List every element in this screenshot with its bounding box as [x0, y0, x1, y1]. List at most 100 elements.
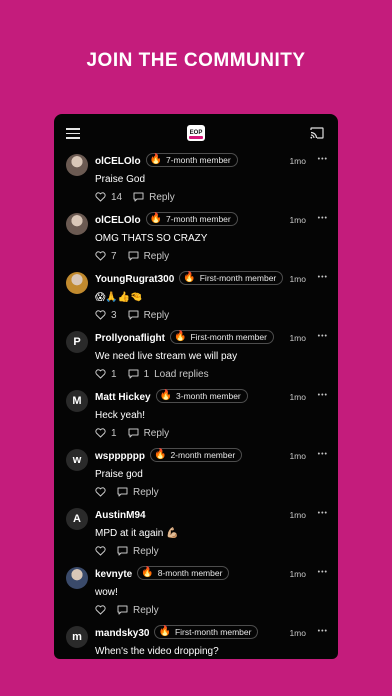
- reply-icon: [128, 310, 139, 320]
- more-options-icon[interactable]: •••: [318, 510, 328, 517]
- fire-icon: 🔥: [154, 449, 167, 460]
- username[interactable]: mandsky30: [95, 628, 149, 639]
- like-button[interactable]: 14: [95, 192, 122, 203]
- avatar[interactable]: M: [66, 390, 88, 412]
- reply-button[interactable]: Reply: [117, 605, 159, 616]
- menu-icon[interactable]: [66, 128, 80, 139]
- app-screen: EOP olCELOlo 1mo ••• Praise God 14 Reply 🔥 7-mo…: [54, 114, 338, 659]
- reply-button[interactable]: Reply: [128, 310, 169, 321]
- reply-button[interactable]: Reply: [128, 250, 170, 262]
- cast-icon[interactable]: [310, 126, 324, 139]
- reply-label: Load replies: [154, 368, 209, 380]
- reply-icon: [133, 192, 144, 202]
- reply-button[interactable]: Reply: [133, 192, 175, 203]
- timestamp: 1mo: [289, 392, 306, 402]
- username[interactable]: YoungRugrat300: [95, 274, 174, 285]
- avatar[interactable]: [66, 567, 88, 589]
- timestamp: 1mo: [289, 569, 306, 579]
- reply-icon: [117, 487, 128, 497]
- reply-icon: [128, 428, 139, 438]
- username[interactable]: wspppppp: [95, 451, 145, 462]
- member-badge: 🔥 First-month member: [170, 330, 274, 344]
- username[interactable]: AustinM94: [95, 510, 146, 521]
- reply-button[interactable]: 1 Load replies: [128, 369, 209, 380]
- more-options-icon[interactable]: •••: [318, 156, 328, 163]
- heart-icon: [95, 310, 106, 320]
- member-badge: 🔥 First-month member: [154, 625, 259, 639]
- member-badge: 🔥 7-month member: [145, 153, 238, 167]
- fire-icon: 🔥: [141, 567, 154, 578]
- like-button[interactable]: 1: [95, 369, 117, 380]
- comment-item: YoungRugrat300 1mo ••• 😱🙏👍🤏 3 Reply 🔥 First-mon…: [54, 270, 338, 329]
- like-count: 14: [111, 191, 123, 203]
- like-button[interactable]: 7: [95, 251, 117, 262]
- comment-item: olCELOlo 1mo ••• Praise God 14 Reply 🔥 7-month …: [54, 152, 338, 211]
- like-button[interactable]: 1: [95, 428, 117, 439]
- reply-label: Reply: [133, 486, 159, 498]
- app-logo[interactable]: EOP: [185, 123, 207, 143]
- member-badge: 🔥 3-month member: [155, 389, 248, 403]
- timestamp: 1mo: [289, 510, 306, 520]
- username[interactable]: Prollyonaflight: [95, 333, 165, 344]
- more-options-icon[interactable]: •••: [318, 451, 328, 458]
- comment-actions: 14 Reply: [95, 191, 186, 203]
- username[interactable]: Matt Hickey: [95, 392, 151, 403]
- timestamp: 1mo: [289, 628, 306, 638]
- reply-icon: [128, 369, 139, 379]
- reply-button[interactable]: Reply: [117, 546, 159, 557]
- username[interactable]: kevnyte: [95, 569, 132, 580]
- member-badge: 🔥 First-month member: [179, 271, 284, 285]
- like-button[interactable]: [95, 487, 106, 497]
- like-count: 3: [111, 309, 117, 321]
- heart-icon: [95, 546, 106, 556]
- reply-icon: [117, 546, 128, 556]
- logo-text: EOP: [190, 130, 203, 136]
- comment-text: Praise god: [95, 469, 143, 480]
- timestamp: 1mo: [289, 274, 306, 284]
- avatar[interactable]: [66, 154, 88, 176]
- comment-item: P Prollyonaflight 1mo ••• We need live strea…: [54, 329, 338, 388]
- badge-label: First-month member: [199, 273, 277, 283]
- comment-text: We need live stream we will pay: [95, 351, 238, 362]
- comment-text: OMG THATS SO CRAZY: [95, 233, 208, 244]
- reply-button[interactable]: Reply: [117, 487, 159, 498]
- badge-label: 7-month member: [166, 155, 231, 165]
- more-options-icon[interactable]: •••: [318, 569, 328, 576]
- comment-item: M Matt Hickey 1mo ••• Heck yeah! 1 Reply 🔥 3-mon…: [54, 388, 338, 447]
- avatar[interactable]: [66, 272, 88, 294]
- heart-icon: [95, 605, 106, 615]
- timestamp: 1mo: [289, 333, 306, 343]
- like-button[interactable]: [95, 605, 106, 615]
- fire-icon: 🔥: [149, 213, 163, 224]
- avatar[interactable]: P: [66, 331, 88, 353]
- avatar[interactable]: [66, 213, 88, 235]
- member-badge: 🔥 2-month member: [150, 448, 243, 462]
- reply-label: Reply: [133, 604, 159, 616]
- reply-button[interactable]: Reply: [128, 428, 169, 439]
- avatar[interactable]: m: [66, 626, 88, 648]
- heart-icon: [95, 428, 106, 438]
- heart-icon: [95, 487, 106, 497]
- fire-icon: 🔥: [174, 331, 187, 342]
- more-options-icon[interactable]: •••: [318, 215, 328, 222]
- member-badge: 🔥 7-month member: [145, 212, 238, 226]
- more-options-icon[interactable]: •••: [318, 628, 328, 635]
- avatar[interactable]: A: [66, 508, 88, 530]
- username[interactable]: olCELOlo: [95, 156, 141, 167]
- username[interactable]: olCELOlo: [95, 215, 141, 226]
- reply-label: Reply: [143, 250, 170, 262]
- like-button[interactable]: [95, 546, 106, 556]
- avatar[interactable]: w: [66, 449, 88, 471]
- more-options-icon[interactable]: •••: [318, 274, 328, 281]
- badge-label: 7-month member: [166, 214, 231, 224]
- comment-actions: Reply: [95, 604, 170, 616]
- reply-label: Reply: [133, 545, 159, 557]
- more-options-icon[interactable]: •••: [318, 333, 328, 340]
- comment-actions: Reply: [95, 545, 170, 557]
- like-button[interactable]: 3: [95, 310, 117, 321]
- heart-icon: [95, 251, 106, 261]
- badge-label: 8-month member: [157, 568, 223, 578]
- comment-text: MPD at it again 💪🏼: [95, 528, 179, 539]
- more-options-icon[interactable]: •••: [318, 392, 328, 399]
- like-count: 1: [111, 427, 117, 439]
